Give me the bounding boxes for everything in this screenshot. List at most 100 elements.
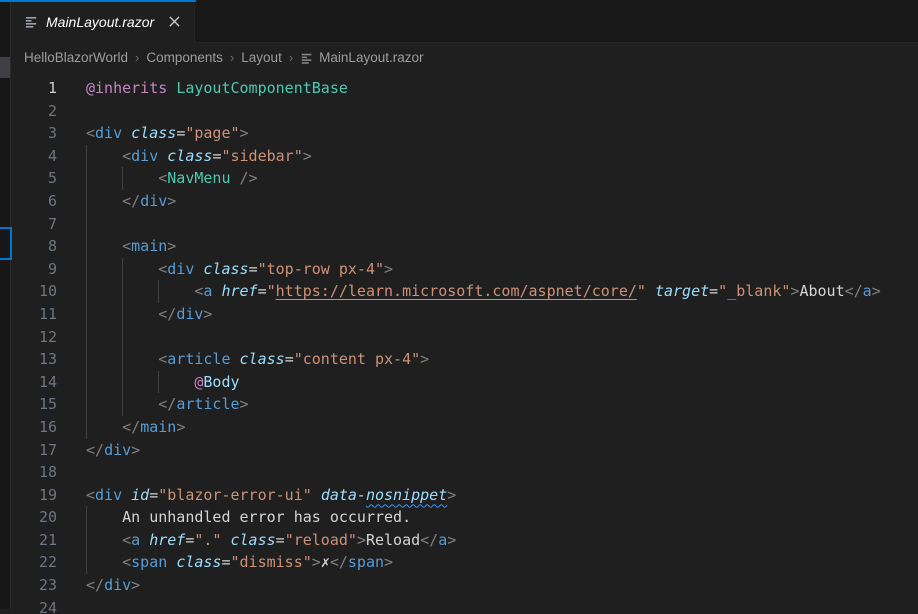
- code-line[interactable]: 6 </div>: [10, 190, 918, 213]
- code-line[interactable]: 10 <a href="https://learn.microsoft.com/…: [10, 280, 918, 303]
- code-text: </div>: [86, 305, 212, 323]
- code-token: =: [149, 486, 158, 504]
- code-line[interactable]: 22 <span class="dismiss">✗</span>: [10, 551, 918, 574]
- code-token: >: [447, 531, 456, 549]
- code-text: <a href="https://learn.microsoft.com/asp…: [86, 282, 881, 300]
- line-number: 15: [10, 393, 57, 416]
- code-line[interactable]: 8 <main>: [10, 235, 918, 258]
- code-text: <a href="." class="reload">Reload</a>: [86, 531, 456, 549]
- code-text: <div class="top-row px-4">: [86, 260, 393, 278]
- code-line[interactable]: 14 @Body: [10, 371, 918, 394]
- code-token: NavMenu: [167, 169, 230, 187]
- code-line[interactable]: 5 <NavMenu />: [10, 167, 918, 190]
- code-token: "dismiss": [231, 553, 312, 571]
- code-token: span: [348, 553, 384, 571]
- indent-guide: [122, 393, 123, 416]
- code-line[interactable]: 18: [10, 461, 918, 484]
- code-token: https://learn.microsoft.com/aspnet/core/: [276, 282, 637, 300]
- code-token: >: [357, 531, 366, 549]
- code-token: <: [86, 486, 95, 504]
- code-token: [86, 418, 122, 436]
- explorer-scrollbar-thumb[interactable]: [0, 57, 10, 78]
- breadcrumb-item-mainlayout.razor[interactable]: MainLayout.razor: [300, 50, 423, 65]
- code-token: </: [122, 418, 140, 436]
- tab-mainlayout-razor[interactable]: MainLayout.razor: [11, 0, 195, 43]
- code-token: >: [312, 553, 321, 571]
- indent-guide: [86, 235, 87, 258]
- code-line[interactable]: 7: [10, 213, 918, 236]
- code-token: >: [420, 350, 429, 368]
- code-line[interactable]: 17</div>: [10, 439, 918, 462]
- code-token: [86, 531, 122, 549]
- code-token: =: [258, 282, 267, 300]
- line-number: 5: [10, 167, 57, 190]
- code-token: class: [240, 350, 285, 368]
- indent-guide: [122, 280, 123, 303]
- code-line[interactable]: 15 </article>: [10, 393, 918, 416]
- indent-guide: [122, 258, 123, 281]
- code-token: [86, 553, 122, 571]
- breadcrumb-item-layout[interactable]: Layout: [241, 50, 282, 65]
- code-token: =: [176, 124, 185, 142]
- code-token: a: [131, 531, 140, 549]
- code-line[interactable]: 11 </div>: [10, 303, 918, 326]
- code-token: [167, 553, 176, 571]
- code-text: </div>: [86, 192, 176, 210]
- breadcrumb-item-components[interactable]: Components: [146, 50, 223, 65]
- line-number: 4: [10, 145, 57, 168]
- line-number: 16: [10, 416, 57, 439]
- code-line[interactable]: 16 </main>: [10, 416, 918, 439]
- close-icon[interactable]: [164, 12, 184, 32]
- code-line[interactable]: 13 <article class="content px-4">: [10, 348, 918, 371]
- code-line[interactable]: 1@inherits LayoutComponentBase: [10, 77, 918, 100]
- code-area[interactable]: 1@inherits LayoutComponentBase23<div cla…: [10, 72, 918, 614]
- explorer-edge-strip: [0, 0, 11, 609]
- code-token: <: [158, 260, 167, 278]
- code-text: @inherits LayoutComponentBase: [86, 79, 348, 97]
- breadcrumb: HelloBlazorWorld›Components›Layout›MainL…: [10, 43, 918, 72]
- code-token: </: [86, 576, 104, 594]
- razor-file-icon: [300, 51, 314, 65]
- code-token: class: [131, 124, 176, 142]
- code-text: <NavMenu />: [86, 169, 258, 187]
- code-token: <: [158, 350, 167, 368]
- code-text: <article class="content px-4">: [86, 350, 429, 368]
- indent-guide: [86, 551, 87, 574]
- code-token: </: [845, 282, 863, 300]
- code-token: class: [203, 260, 248, 278]
- code-line[interactable]: 21 <a href="." class="reload">Reload</a>: [10, 529, 918, 552]
- code-line[interactable]: 19<div id="blazor-error-ui" data-nosnipp…: [10, 484, 918, 507]
- code-token: />: [240, 169, 258, 187]
- indent-guide: [122, 371, 123, 394]
- code-token: a: [438, 531, 447, 549]
- code-token: class: [176, 553, 221, 571]
- code-token: Body: [203, 373, 239, 391]
- code-line[interactable]: 24: [10, 597, 918, 614]
- breadcrumb-item-helloblazorworld[interactable]: HelloBlazorWorld: [24, 50, 128, 65]
- line-number: 13: [10, 348, 57, 371]
- code-line[interactable]: 23</div>: [10, 574, 918, 597]
- breadcrumb-label: HelloBlazorWorld: [24, 50, 128, 65]
- code-line[interactable]: 12: [10, 326, 918, 349]
- code-token: =: [221, 553, 230, 571]
- code-token: [86, 282, 194, 300]
- indent-guide: [86, 303, 87, 326]
- code-token: Reload: [366, 531, 420, 549]
- code-line[interactable]: 4 <div class="sidebar">: [10, 145, 918, 168]
- line-number: 6: [10, 190, 57, 213]
- code-text: </main>: [86, 418, 185, 436]
- breadcrumb-label: MainLayout.razor: [319, 50, 423, 65]
- breadcrumb-label: Layout: [241, 50, 282, 65]
- code-token: article: [167, 350, 230, 368]
- code-line[interactable]: 3<div class="page">: [10, 122, 918, 145]
- code-line[interactable]: 2: [10, 100, 918, 123]
- code-line[interactable]: 9 <div class="top-row px-4">: [10, 258, 918, 281]
- code-token: >: [240, 124, 249, 142]
- code-token: ": [267, 282, 276, 300]
- code-token: =: [276, 531, 285, 549]
- code-token: >: [131, 576, 140, 594]
- code-token: [86, 373, 194, 391]
- code-line[interactable]: 20 An unhandled error has occurred.: [10, 506, 918, 529]
- code-token: =: [285, 350, 294, 368]
- code-token: class: [167, 147, 212, 165]
